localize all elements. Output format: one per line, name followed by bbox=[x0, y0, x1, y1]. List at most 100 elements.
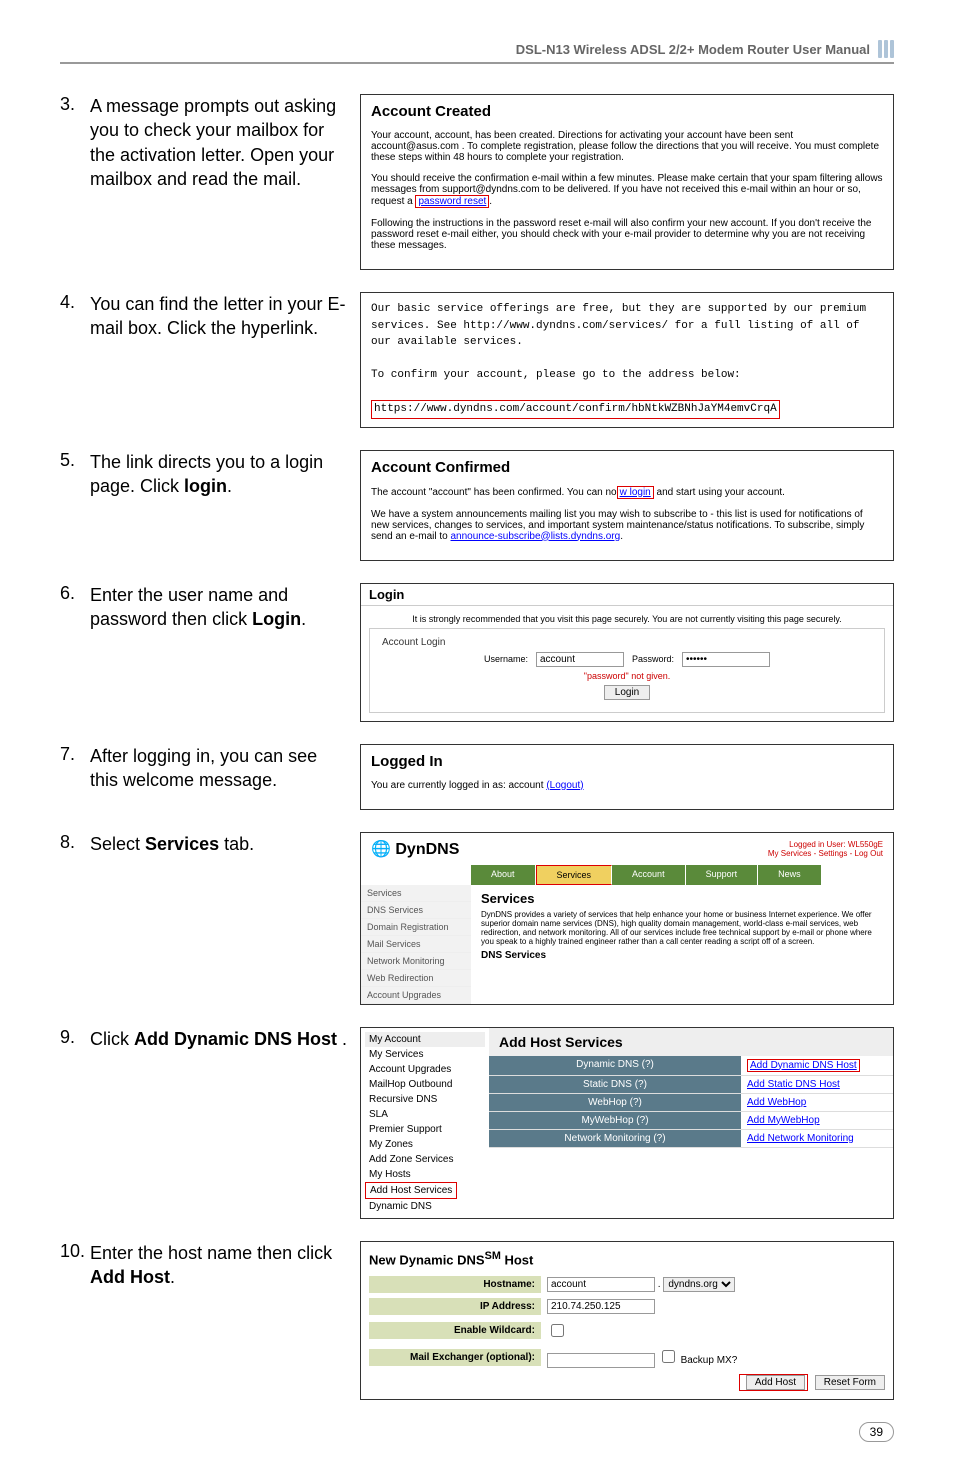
form-title: New Dynamic DNSSM Host bbox=[369, 1250, 885, 1267]
user-info: Logged in User: WL550gEMy Services - Set… bbox=[768, 840, 883, 858]
add-host-button[interactable]: Add Host bbox=[746, 1375, 805, 1390]
box-title: Logged In bbox=[371, 753, 883, 770]
box-para: Your account, account, has been created.… bbox=[371, 130, 883, 163]
dyndns-logo: 🌐 DynDNS bbox=[371, 839, 459, 859]
new-host-form: New Dynamic DNSSM Host Hostname: . dyndn… bbox=[360, 1241, 894, 1400]
domain-select[interactable]: dyndns.org bbox=[663, 1277, 735, 1292]
services-title: Services bbox=[481, 891, 883, 906]
page-header: DSL-N13 Wireless ADSL 2/2+ Modem Router … bbox=[516, 42, 870, 57]
side-item[interactable]: Network Monitoring bbox=[361, 953, 471, 970]
box-title: Account Confirmed bbox=[371, 459, 883, 476]
tab-support[interactable]: Support bbox=[686, 865, 759, 885]
reset-form-button[interactable]: Reset Form bbox=[815, 1375, 885, 1390]
password-reset-link[interactable]: password reset bbox=[415, 195, 489, 208]
side-item[interactable]: My Zones bbox=[365, 1137, 485, 1152]
tab-about[interactable]: About bbox=[471, 865, 536, 885]
subscribe-link[interactable]: announce-subscribe@lists.dyndns.org bbox=[451, 531, 621, 542]
add-static-dns-link[interactable]: Add Static DNS Host bbox=[747, 1079, 840, 1090]
services-desc: DynDNS provides a variety of services th… bbox=[481, 910, 883, 946]
dns-services-title: DNS Services bbox=[481, 950, 883, 961]
add-webhop-link[interactable]: Add WebHop bbox=[747, 1097, 806, 1108]
dyndns-panel: 🌐 DynDNS Logged in User: WL550gEMy Servi… bbox=[360, 832, 894, 1005]
password-input[interactable] bbox=[682, 652, 770, 667]
step-num: 4. bbox=[60, 292, 90, 313]
step-num: 7. bbox=[60, 744, 90, 765]
confirm-link[interactable]: https://www.dyndns.com/account/confirm/h… bbox=[371, 400, 780, 419]
side-item[interactable]: Add Zone Services bbox=[365, 1152, 485, 1167]
ip-input[interactable] bbox=[547, 1299, 655, 1314]
side-item[interactable]: Dynamic DNS bbox=[365, 1199, 485, 1214]
logged-in-msg: You are currently logged in as: account … bbox=[371, 780, 883, 791]
step-text: Enter the host name then click Add Host. bbox=[90, 1241, 360, 1290]
box-para: We have a system announcements mailing l… bbox=[371, 509, 883, 542]
hostname-label: Hostname: bbox=[369, 1276, 541, 1293]
side-item[interactable]: Recursive DNS bbox=[365, 1092, 485, 1107]
box-title: Account Created bbox=[371, 103, 883, 120]
box-para: The account "account" has been confirmed… bbox=[371, 486, 883, 499]
login-link[interactable]: w login bbox=[617, 486, 654, 499]
step-num: 3. bbox=[60, 94, 90, 115]
step-text: A message prompts out asking you to chec… bbox=[90, 94, 360, 191]
side-item[interactable]: MailHop Outbound bbox=[365, 1077, 485, 1092]
fieldset-legend: Account Login bbox=[382, 637, 445, 648]
add-host-panel: My Account My Services Account Upgrades … bbox=[360, 1027, 894, 1219]
tab-account[interactable]: Account bbox=[612, 865, 686, 885]
host-type: Network Monitoring (?) bbox=[489, 1130, 741, 1147]
username-input[interactable] bbox=[536, 652, 624, 667]
side-item[interactable]: Mail Services bbox=[361, 936, 471, 953]
host-type: Dynamic DNS (?) bbox=[489, 1056, 741, 1075]
logout-link[interactable]: (Logout) bbox=[546, 780, 583, 791]
add-dynamic-dns-link[interactable]: Add Dynamic DNS Host bbox=[747, 1059, 860, 1072]
host-type: MyWebHop (?) bbox=[489, 1112, 741, 1129]
side-item[interactable]: Account Upgrades bbox=[361, 987, 471, 1004]
add-monitoring-link[interactable]: Add Network Monitoring bbox=[747, 1133, 854, 1144]
email-text: To confirm your account, please go to th… bbox=[371, 367, 883, 384]
wildcard-label: Enable Wildcard: bbox=[369, 1322, 541, 1339]
username-label: Username: bbox=[484, 654, 528, 664]
tab-services[interactable]: Services bbox=[536, 865, 613, 885]
login-error: "password" not given. bbox=[382, 671, 872, 681]
step-num: 5. bbox=[60, 450, 90, 471]
side-item[interactable]: DNS Services bbox=[361, 902, 471, 919]
step-num: 6. bbox=[60, 583, 90, 604]
add-mywebhop-link[interactable]: Add MyWebHop bbox=[747, 1115, 820, 1126]
logged-in-box: Logged In You are currently logged in as… bbox=[360, 744, 894, 810]
header-icon bbox=[878, 40, 894, 58]
login-button[interactable]: Login bbox=[604, 685, 650, 700]
step-num: 9. bbox=[60, 1027, 90, 1048]
tab-news[interactable]: News bbox=[758, 865, 822, 885]
side-item-add-host[interactable]: Add Host Services bbox=[365, 1182, 457, 1199]
backup-mx-label: Backup MX? bbox=[681, 1355, 738, 1366]
email-text: Our basic service offerings are free, bu… bbox=[371, 301, 883, 351]
mx-input[interactable] bbox=[547, 1353, 655, 1368]
mx-label: Mail Exchanger (optional): bbox=[369, 1349, 541, 1366]
side-item[interactable]: My Account bbox=[365, 1032, 485, 1047]
side-item[interactable]: Services bbox=[361, 885, 471, 902]
add-host-title: Add Host Services bbox=[489, 1028, 893, 1056]
box-para: You should receive the confirmation e-ma… bbox=[371, 173, 883, 208]
step-text: After logging in, you can see this welco… bbox=[90, 744, 360, 793]
host-type: Static DNS (?) bbox=[489, 1076, 741, 1093]
side-item[interactable]: Domain Registration bbox=[361, 919, 471, 936]
login-warning: It is strongly recommended that you visi… bbox=[369, 614, 885, 624]
box-para: Following the instructions in the passwo… bbox=[371, 218, 883, 251]
side-item[interactable]: Account Upgrades bbox=[365, 1062, 485, 1077]
wildcard-checkbox[interactable] bbox=[551, 1324, 564, 1337]
password-label: Password: bbox=[632, 654, 674, 664]
side-item[interactable]: SLA bbox=[365, 1107, 485, 1122]
side-item[interactable]: My Services bbox=[365, 1047, 485, 1062]
step-text: Select Services tab. bbox=[90, 832, 360, 856]
step-num: 10. bbox=[60, 1241, 90, 1262]
side-item[interactable]: My Hosts bbox=[365, 1167, 485, 1182]
step-text: The link directs you to a login page. Cl… bbox=[90, 450, 360, 499]
account-created-box: Account Created Your account, account, h… bbox=[360, 94, 894, 270]
login-box: Login It is strongly recommended that yo… bbox=[360, 583, 894, 722]
hostname-input[interactable] bbox=[547, 1277, 655, 1292]
host-type: WebHop (?) bbox=[489, 1094, 741, 1111]
step-text: Click Add Dynamic DNS Host . bbox=[90, 1027, 360, 1051]
backup-mx-checkbox[interactable] bbox=[662, 1350, 675, 1363]
ip-label: IP Address: bbox=[369, 1298, 541, 1315]
side-item[interactable]: Premier Support bbox=[365, 1122, 485, 1137]
step-num: 8. bbox=[60, 832, 90, 853]
side-item[interactable]: Web Redirection bbox=[361, 970, 471, 987]
